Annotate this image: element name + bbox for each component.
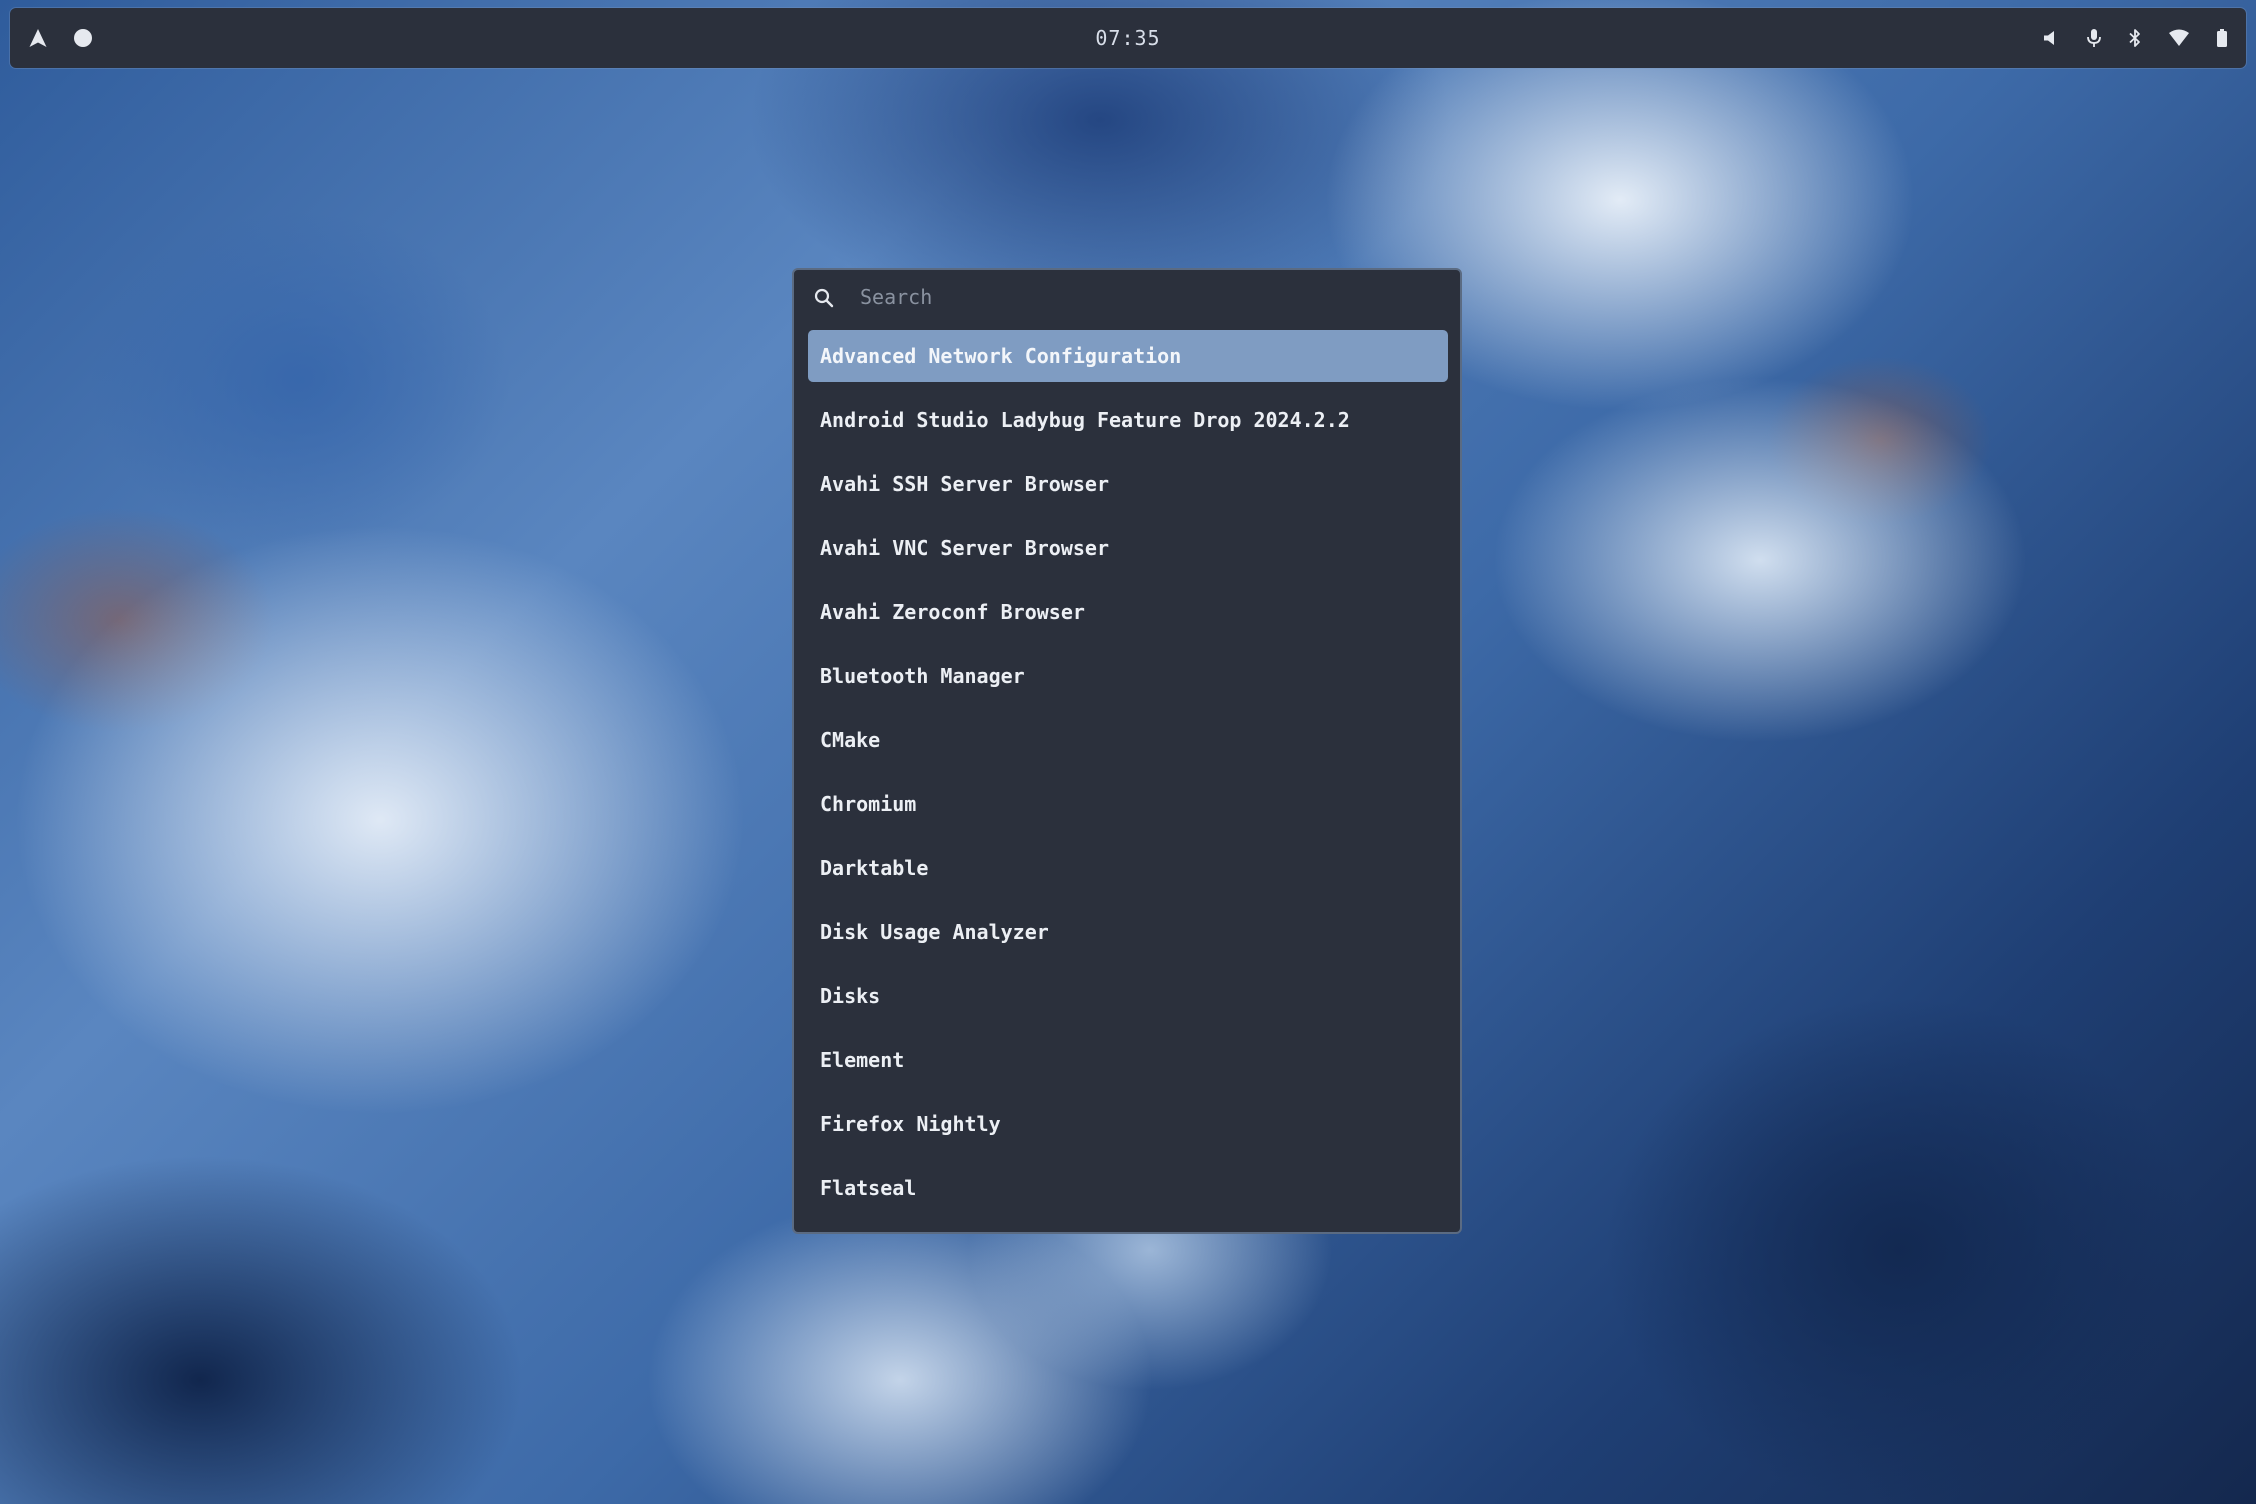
- app-item-disk-usage-analyzer[interactable]: Disk Usage Analyzer: [808, 906, 1448, 958]
- app-item-android-studio[interactable]: Android Studio Ladybug Feature Drop 2024…: [808, 394, 1448, 446]
- app-list: Advanced Network Configuration Android S…: [808, 330, 1448, 1226]
- app-item-cmake[interactable]: CMake: [808, 714, 1448, 766]
- app-item-bluetooth-manager[interactable]: Bluetooth Manager: [808, 650, 1448, 702]
- app-item-avahi-ssh-server-browser[interactable]: Avahi SSH Server Browser: [808, 458, 1448, 510]
- app-item-avahi-vnc-server-browser[interactable]: Avahi VNC Server Browser: [808, 522, 1448, 574]
- app-launcher: Advanced Network Configuration Android S…: [792, 268, 1462, 1234]
- app-item-element[interactable]: Element: [808, 1034, 1448, 1086]
- wifi-icon[interactable]: [2168, 29, 2190, 47]
- search-input[interactable]: [860, 280, 1440, 314]
- system-tray: [2042, 8, 2228, 68]
- bluetooth-icon[interactable]: [2128, 28, 2142, 48]
- panel-clock[interactable]: 07:35: [10, 8, 2246, 68]
- search-bar: [794, 270, 1460, 324]
- app-item-advanced-network-configuration[interactable]: Advanced Network Configuration: [808, 330, 1448, 382]
- top-panel: 07:35: [10, 8, 2246, 68]
- app-item-darktable[interactable]: Darktable: [808, 842, 1448, 894]
- app-item-avahi-zeroconf-browser[interactable]: Avahi Zeroconf Browser: [808, 586, 1448, 638]
- app-item-firefox-nightly[interactable]: Firefox Nightly: [808, 1098, 1448, 1150]
- app-item-flatseal[interactable]: Flatseal: [808, 1162, 1448, 1214]
- app-item-disks[interactable]: Disks: [808, 970, 1448, 1022]
- volume-icon[interactable]: [2042, 29, 2060, 47]
- microphone-icon[interactable]: [2086, 28, 2102, 48]
- search-icon: [814, 288, 834, 312]
- battery-icon[interactable]: [2216, 28, 2228, 48]
- app-item-chromium[interactable]: Chromium: [808, 778, 1448, 830]
